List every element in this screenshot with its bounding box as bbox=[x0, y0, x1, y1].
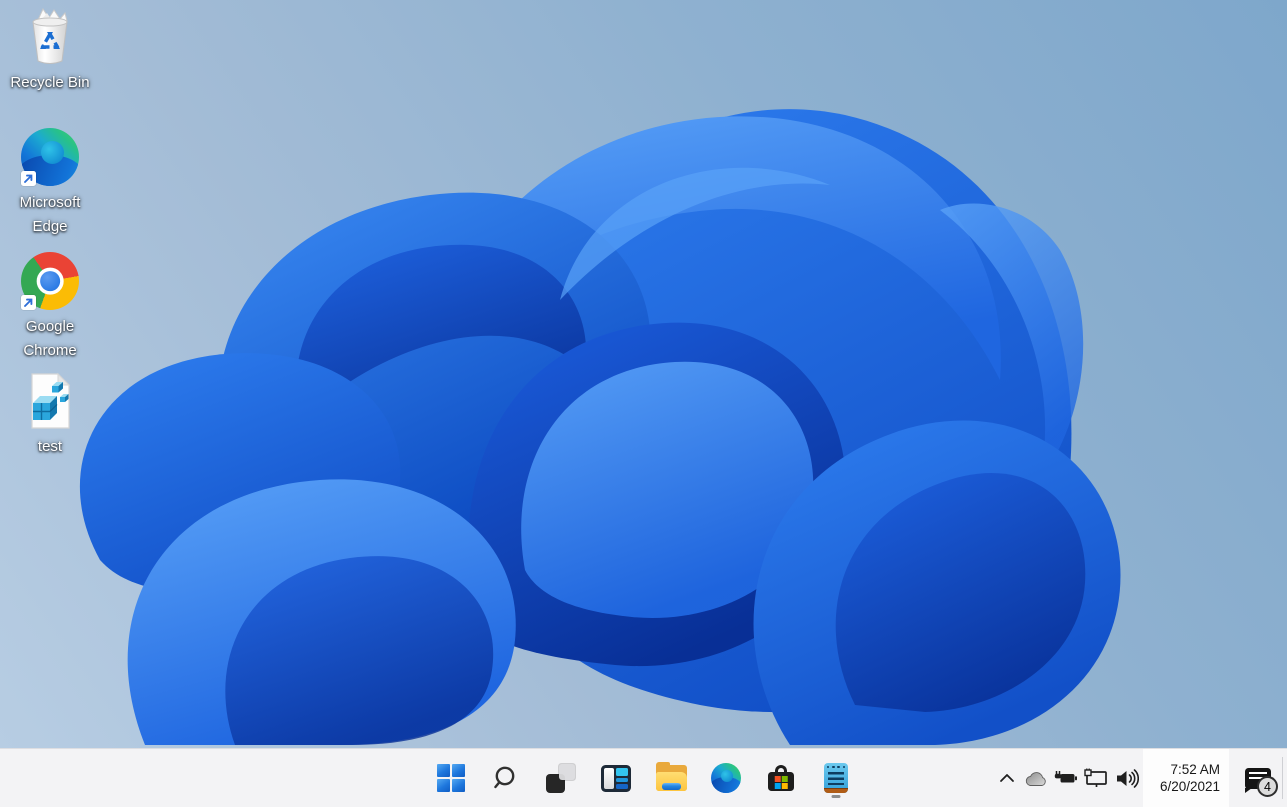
microsoft-store-button[interactable] bbox=[761, 758, 802, 799]
file-explorer-icon bbox=[655, 762, 687, 791]
desktop-icon-label: Google Chrome bbox=[23, 318, 77, 359]
task-view-icon bbox=[546, 763, 576, 793]
notepad-icon bbox=[824, 763, 848, 793]
speaker-volume-icon bbox=[1117, 768, 1139, 788]
task-view-button[interactable] bbox=[541, 758, 582, 799]
notification-count-badge: 4 bbox=[1257, 776, 1278, 797]
volume-tray-button[interactable] bbox=[1111, 758, 1143, 799]
search-icon bbox=[494, 766, 515, 789]
desktop-icon-label: Microsoft Edge bbox=[19, 194, 81, 235]
onedrive-cloud-icon bbox=[1025, 771, 1046, 786]
battery-tray-button[interactable] bbox=[1051, 758, 1081, 799]
edge-icon bbox=[19, 126, 81, 188]
widgets-icon bbox=[601, 764, 631, 792]
recycle-bin-icon bbox=[19, 6, 81, 68]
shortcut-arrow-icon bbox=[21, 171, 36, 186]
clock-time: 7:52 AM bbox=[1170, 761, 1220, 777]
taskbar-clock[interactable]: 7:52 AM 6/20/2021 bbox=[1143, 749, 1229, 807]
notepad-button[interactable] bbox=[816, 758, 857, 799]
notification-center-button[interactable]: 4 bbox=[1229, 749, 1287, 807]
taskbar: 7:52 AM 6/20/2021 4 bbox=[0, 748, 1287, 807]
windows-logo-icon bbox=[437, 764, 465, 792]
desktop-icon-recycle-bin[interactable]: Recycle Bin bbox=[4, 6, 96, 95]
chevron-up-icon bbox=[1000, 774, 1014, 782]
desktop-icon-label: test bbox=[37, 438, 63, 455]
desktop-wallpaper: Recycle Bin Microsoft Edge Google Chrome bbox=[0, 0, 1287, 748]
show-desktop-button[interactable] bbox=[1282, 757, 1287, 799]
onedrive-tray-button[interactable] bbox=[1021, 758, 1051, 799]
widgets-button[interactable] bbox=[596, 758, 637, 799]
running-app-indicator bbox=[831, 794, 841, 798]
start-button[interactable] bbox=[431, 758, 472, 799]
bloom-flower-graphic bbox=[79, 109, 1121, 745]
desktop-icon-test[interactable]: test bbox=[4, 370, 96, 459]
taskbar-system-tray: 7:52 AM 6/20/2021 4 bbox=[993, 749, 1287, 807]
file-explorer-button[interactable] bbox=[651, 758, 692, 799]
registry-file-icon bbox=[19, 370, 81, 432]
desktop-icon-label: Recycle Bin bbox=[10, 74, 90, 91]
search-button[interactable] bbox=[486, 758, 527, 799]
desktop-icon-microsoft-edge[interactable]: Microsoft Edge bbox=[4, 126, 96, 239]
chrome-icon bbox=[19, 250, 81, 312]
battery-charging-icon bbox=[1054, 771, 1077, 783]
microsoft-store-icon bbox=[767, 764, 795, 792]
microsoft-edge-button[interactable] bbox=[706, 758, 747, 799]
ethernet-network-icon bbox=[1084, 768, 1107, 787]
hidden-icons-chevron-button[interactable] bbox=[993, 758, 1021, 799]
network-tray-button[interactable] bbox=[1081, 758, 1111, 799]
desktop-icon-google-chrome[interactable]: Google Chrome bbox=[4, 250, 96, 363]
edge-icon bbox=[711, 763, 741, 793]
shortcut-arrow-icon bbox=[21, 295, 36, 310]
taskbar-center-buttons bbox=[431, 749, 857, 807]
clock-date: 6/20/2021 bbox=[1159, 779, 1220, 794]
